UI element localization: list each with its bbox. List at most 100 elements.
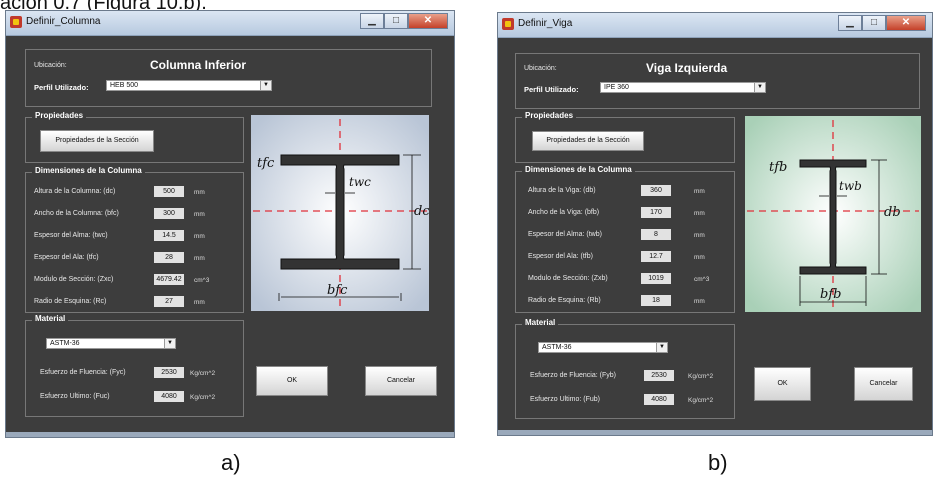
ubicacion-label: Ubicación: [524,65,557,72]
ultimo-unit: Kg/cm^2 [688,397,714,404]
row-unit: mm [194,255,205,262]
perfil-select[interactable]: IPE 360 ▼ [600,82,766,93]
row-unit: mm [194,211,205,218]
row-unit: cm^3 [194,277,210,284]
propiedades-panel: Propiedades Propiedades de la Sección [25,111,244,163]
material-select[interactable]: ASTM-36 ▼ [538,342,668,353]
caption-b: b) [708,450,728,475]
maximize-button[interactable]: □ [862,15,886,31]
window-border-bottom [498,430,932,435]
row-value[interactable]: 28 [154,252,184,263]
ultimo-value[interactable]: 4080 [154,391,184,402]
row-label: Modulo de Sección: (Zxb) [528,275,608,282]
fluencia-label: Esfuerzo de Fluencia: (Fyb) [530,372,616,379]
ubicacion-panel: Ubicación: Viga Izquierda Perfil Utiliza… [515,53,920,109]
row-label: Radio de Esquina: (Rc) [34,298,107,305]
row-unit: cm^3 [694,276,710,283]
section-diagram: tfb twb db bfb [745,116,921,312]
propiedades-button[interactable]: Propiedades de la Sección [40,130,154,152]
row-unit: mm [694,232,705,239]
fluencia-unit: Kg/cm^2 [688,373,714,380]
row-value[interactable]: 500 [154,186,184,197]
perfil-select[interactable]: HEB 500 ▼ [106,80,272,91]
row-value[interactable]: 170 [641,207,671,218]
row-unit: mm [194,189,205,196]
ubicacion-value: Columna Inferior [150,58,247,72]
perfil-label: Perfil Utilizado: [524,85,579,94]
ubicacion-panel: Ubicación: Columna Inferior Perfil Utili… [25,49,432,107]
material-value: ASTM-36 [50,340,80,347]
tw-label: twc [349,175,371,189]
minimize-button[interactable]: ▁ [838,15,862,31]
d-label: dc [414,204,429,219]
minimize-button[interactable]: ▁ [360,13,384,29]
row-unit: mm [694,254,705,261]
material-title: Material [32,314,69,323]
material-select[interactable]: ASTM-36 ▼ [46,338,176,349]
cancel-button[interactable]: Cancelar [365,366,437,396]
chevron-down-icon[interactable]: ▼ [754,83,765,92]
dialog-definir-columna: Definir_Columna ▁ □ ✕ Ubicación: Columna… [5,10,455,438]
row-label: Modulo de Sección: (Zxc) [34,276,114,283]
row-value[interactable]: 1019 [641,273,671,284]
dimensiones-title: Dimensiones de la Columna [522,165,635,174]
title-bar[interactable]: Definir_Columna ▁ □ ✕ [6,11,454,36]
row-value[interactable]: 18 [641,295,671,306]
row-label: Altura de la Viga: (db) [528,187,596,194]
material-panel: Material ASTM-36 ▼ Esfuerzo de Fluencia:… [515,318,735,419]
maximize-button[interactable]: □ [384,13,408,29]
ultimo-value[interactable]: 4080 [644,394,674,405]
perfil-value: IPE 360 [604,84,629,91]
ubicacion-label: Ubicación: [34,62,67,69]
propiedades-panel: Propiedades Propiedades de la Sección [515,111,735,163]
propiedades-title: Propiedades [32,111,87,120]
fluencia-unit: Kg/cm^2 [190,370,216,377]
row-label: Espesor del Alma: (twb) [528,231,602,238]
close-button[interactable]: ✕ [408,13,448,29]
window-title: Definir_Viga [518,18,573,29]
row-value[interactable]: 300 [154,208,184,219]
dialog-definir-viga: Definir_Viga ▁ □ ✕ Ubicación: Viga Izqui… [497,12,933,436]
perfil-label: Perfil Utilizado: [34,83,89,92]
dimensiones-panel: Dimensiones de la Columna Altura de la C… [25,166,244,313]
close-button[interactable]: ✕ [886,15,926,31]
fluencia-value[interactable]: 2530 [154,367,184,378]
app-icon [10,16,22,28]
row-label: Ancho de la Columna: (bfc) [34,210,119,217]
propiedades-button[interactable]: Propiedades de la Sección [532,131,644,151]
chevron-down-icon[interactable]: ▼ [656,343,667,352]
section-diagram: tfc twc dc bfc [251,115,429,311]
window-border-bottom [6,432,454,437]
row-value[interactable]: 14.5 [154,230,184,241]
row-unit: mm [694,188,705,195]
material-value: ASTM-36 [542,344,572,351]
ok-button[interactable]: OK [754,367,811,401]
tw-label: twb [839,179,862,193]
ubicacion-value: Viga Izquierda [646,61,728,75]
chevron-down-icon[interactable]: ▼ [164,339,175,348]
ok-button[interactable]: OK [256,366,328,396]
perfil-value: HEB 500 [110,82,139,89]
row-unit: mm [194,233,205,240]
row-label: Espesor del Alma: (twc) [34,232,108,239]
fluencia-value[interactable]: 2530 [644,370,674,381]
row-unit: mm [694,298,705,305]
ultimo-label: Esfuerzo Ultimo: (Fub) [530,396,601,403]
title-bar[interactable]: Definir_Viga ▁ □ ✕ [498,13,932,38]
cancel-button[interactable]: Cancelar [854,367,913,401]
bf-label: bfc [327,283,348,298]
ultimo-label: Esfuerzo Ultimo: (Fuc) [40,393,110,400]
chevron-down-icon[interactable]: ▼ [260,81,271,90]
caption-a: a) [221,450,241,475]
row-value[interactable]: 4679.42 [154,274,184,285]
row-value[interactable]: 360 [641,185,671,196]
row-value[interactable]: 27 [154,296,184,307]
row-unit: mm [694,210,705,217]
ultimo-unit: Kg/cm^2 [190,394,216,401]
propiedades-title: Propiedades [522,111,577,120]
d-label: db [884,205,901,220]
row-label: Espesor del Ala: (tfb) [528,253,593,260]
row-value[interactable]: 8 [641,229,671,240]
row-value[interactable]: 12.7 [641,251,671,262]
fluencia-label: Esfuerzo de Fluencia: (Fyc) [40,369,126,376]
